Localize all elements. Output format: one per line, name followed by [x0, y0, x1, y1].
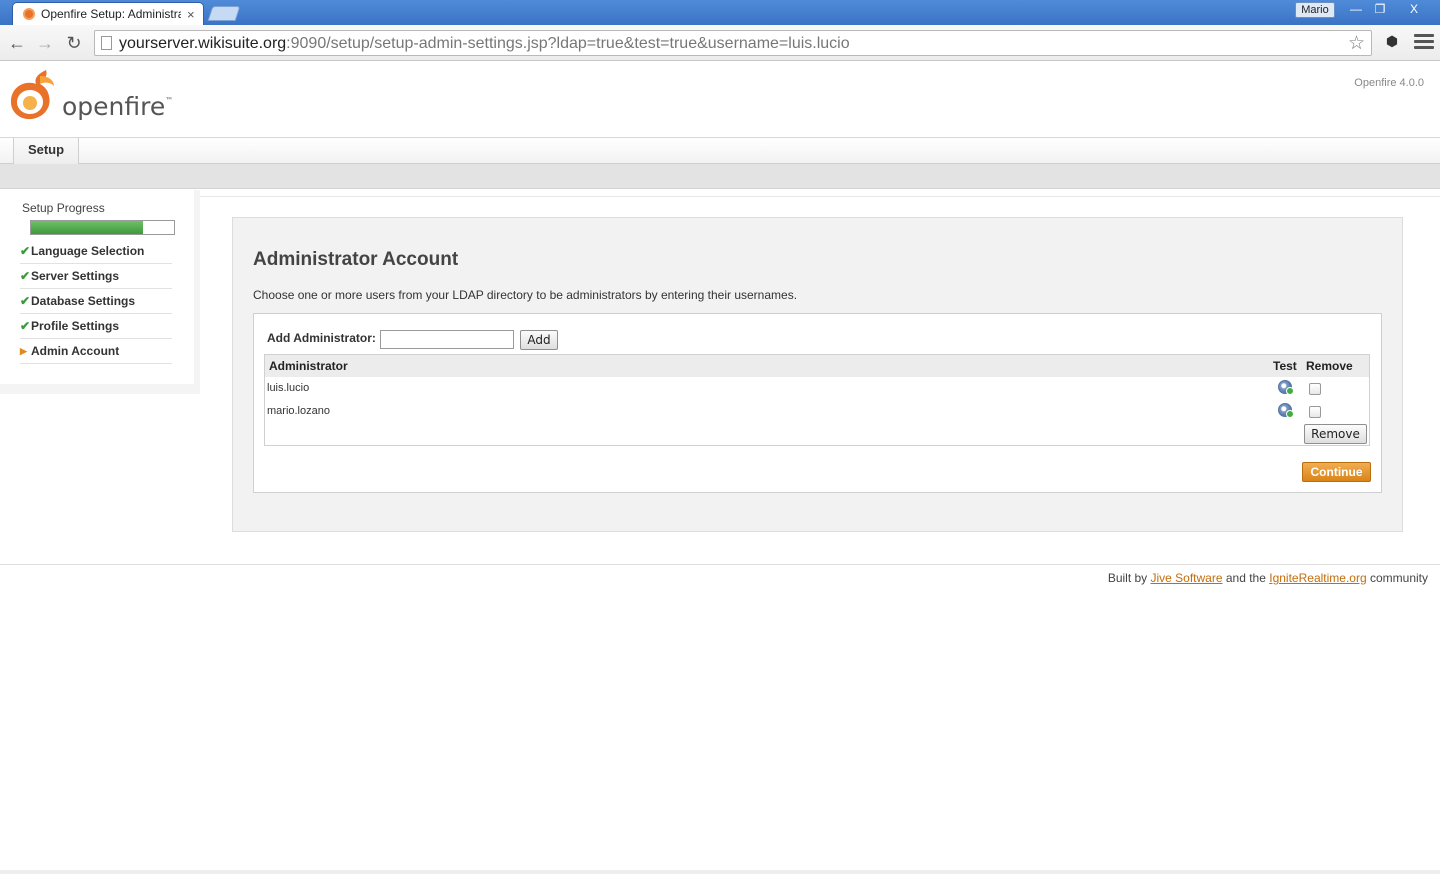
- jive-software-link[interactable]: Jive Software: [1151, 571, 1223, 585]
- window-minimize-button[interactable]: —: [1345, 1, 1367, 18]
- test-connection-icon[interactable]: [1278, 380, 1294, 395]
- remove-button[interactable]: Remove: [1304, 424, 1367, 444]
- footer-divider: [0, 564, 1440, 565]
- openfire-flame-icon: [10, 70, 54, 120]
- tab-title: Openfire Setup: Administrato: [41, 7, 181, 21]
- version-label: Openfire 4.0.0: [1354, 77, 1424, 89]
- table-row: mario.lozano: [265, 400, 1369, 422]
- add-administrator-input[interactable]: [380, 330, 514, 349]
- openfire-favicon-icon: [23, 8, 35, 20]
- column-header-test: Test: [1273, 359, 1297, 373]
- step-label: Language Selection: [31, 244, 145, 258]
- page-description: Choose one or more users from your LDAP …: [253, 288, 798, 302]
- administrator-name: mario.lozano: [267, 405, 330, 417]
- column-header-remove: Remove: [1306, 359, 1353, 373]
- sidebar: Setup Progress ✔ Language Selection ✔ Serv…: [0, 190, 200, 394]
- test-connection-icon[interactable]: [1278, 403, 1294, 418]
- admin-account-panel: Administrator Account Choose one or more…: [232, 217, 1403, 532]
- checkmark-icon: ✔: [20, 269, 31, 283]
- openfire-logo: openfire™: [8, 68, 173, 124]
- admin-form: Add Administrator: Add Administrator Tes…: [253, 313, 1382, 493]
- footer-text: community: [1366, 571, 1428, 585]
- remove-checkbox[interactable]: [1309, 383, 1321, 395]
- table-header: Administrator Test Remove: [265, 355, 1369, 377]
- page: openfire™ Openfire 4.0.0 Setup Setup Pro…: [0, 62, 1440, 874]
- step-label: Admin Account: [31, 344, 120, 358]
- table-row: luis.lucio: [265, 377, 1369, 399]
- add-button[interactable]: Add: [520, 330, 558, 350]
- forward-arrow-icon[interactable]: →: [34, 32, 56, 54]
- divider: [196, 196, 1440, 197]
- checkmark-icon: ✔: [20, 294, 31, 308]
- footer: Built by Jive Software and the IgniteRea…: [1108, 571, 1428, 585]
- setup-progress-label: Setup Progress: [22, 201, 105, 215]
- igniterealtime-link[interactable]: IgniteRealtime.org: [1269, 571, 1366, 585]
- administrator-name: luis.lucio: [267, 382, 310, 394]
- footer-text: and the: [1222, 571, 1270, 585]
- subnav-bar: [0, 164, 1440, 189]
- checkmark-icon: ✔: [20, 244, 31, 258]
- browser-toolbar: ← → ↻ yourserver.wikisuite.org:9090/setu…: [0, 25, 1440, 61]
- step-server-settings[interactable]: ✔ Server Settings: [20, 264, 172, 289]
- current-step-arrow-icon: ▶: [20, 345, 27, 356]
- reload-icon[interactable]: ↻: [63, 32, 85, 54]
- new-tab-button[interactable]: [207, 6, 241, 21]
- step-profile-settings[interactable]: ✔ Profile Settings: [20, 314, 172, 339]
- back-arrow-icon[interactable]: ←: [6, 32, 28, 54]
- setup-progress-bar: [30, 220, 175, 235]
- step-label: Server Settings: [31, 269, 120, 283]
- main-nav: Setup: [0, 137, 1440, 164]
- footer-text: Built by: [1107, 571, 1151, 585]
- step-language-selection[interactable]: ✔ Language Selection: [20, 239, 172, 264]
- tab-setup[interactable]: Setup: [13, 138, 79, 164]
- setup-steps: ✔ Language Selection ✔ Server Settings ✔ Da…: [20, 239, 172, 364]
- url-host: yourserver.wikisuite.org: [119, 35, 287, 52]
- url-path: :9090/setup/setup-admin-settings.jsp?lda…: [286, 35, 850, 52]
- window-maximize-button[interactable]: ❐: [1369, 1, 1391, 18]
- step-admin-account[interactable]: ▶ Admin Account: [20, 339, 172, 364]
- browser-titlebar: Openfire Setup: Administrato × Mario — ❐…: [0, 0, 1440, 25]
- address-bar[interactable]: yourserver.wikisuite.org:9090/setup/setu…: [94, 30, 1372, 56]
- page-icon: [101, 36, 112, 50]
- tab-close-icon[interactable]: ×: [187, 7, 195, 22]
- url-text[interactable]: yourserver.wikisuite.org:9090/setup/setu…: [119, 35, 850, 53]
- window-close-button[interactable]: X: [1394, 1, 1434, 18]
- checkmark-icon: ✔: [20, 319, 31, 333]
- administrators-table: Administrator Test Remove luis.lucio mar…: [264, 354, 1370, 446]
- browser-menu-icon[interactable]: [1414, 34, 1434, 52]
- browser-tab[interactable]: Openfire Setup: Administrato ×: [12, 2, 204, 25]
- profile-user-badge[interactable]: Mario: [1295, 2, 1335, 18]
- add-administrator-label: Add Administrator:: [267, 331, 376, 345]
- continue-button[interactable]: Continue: [1302, 462, 1371, 482]
- column-header-administrator: Administrator: [269, 359, 348, 373]
- page-title: Administrator Account: [253, 249, 459, 270]
- extension-icon[interactable]: ⬢: [1383, 33, 1401, 51]
- brand-name: openfire™: [62, 92, 174, 121]
- step-label: Database Settings: [31, 294, 136, 308]
- sidebar-panel: Setup Progress ✔ Language Selection ✔ Serv…: [0, 190, 194, 384]
- bookmark-star-icon[interactable]: ☆: [1348, 32, 1365, 55]
- step-database-settings[interactable]: ✔ Database Settings: [20, 289, 172, 314]
- step-label: Profile Settings: [31, 319, 120, 333]
- remove-checkbox[interactable]: [1309, 406, 1321, 418]
- bottom-border: [0, 870, 1440, 874]
- progress-fill: [31, 221, 143, 234]
